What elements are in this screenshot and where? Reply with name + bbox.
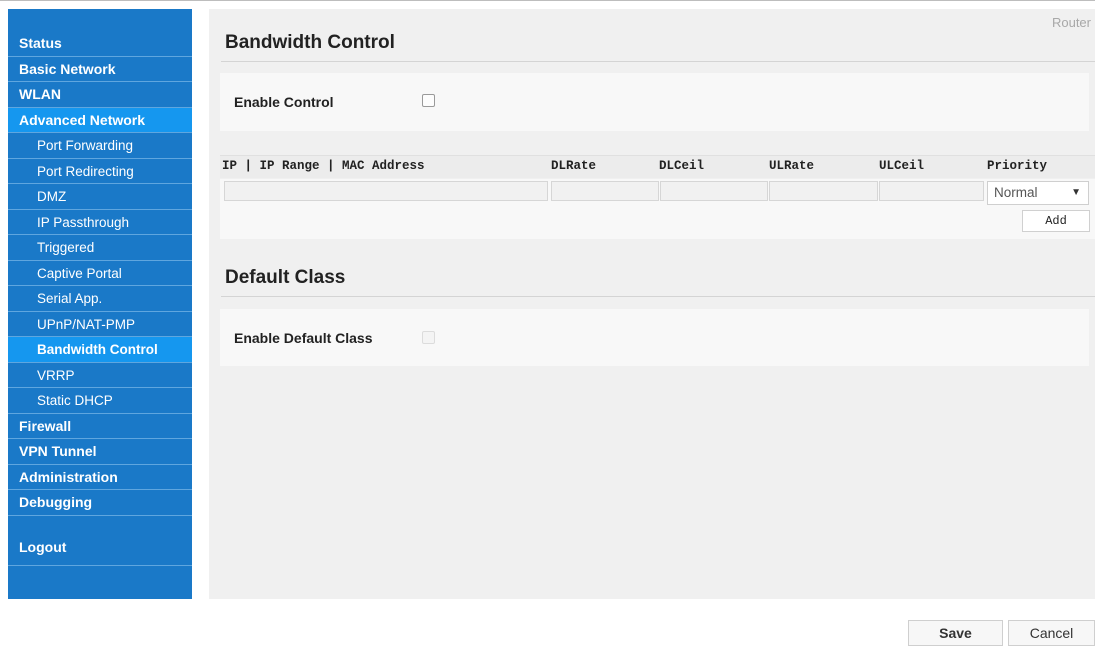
column-header-dlceil: DLCeil (659, 159, 705, 173)
column-header-dlrate: DLRate (551, 159, 597, 173)
enable-default-class-label: Enable Default Class (234, 330, 373, 346)
sidebar-item-administration[interactable]: Administration (8, 465, 192, 490)
table-row: Normal ▼ Add (220, 179, 1095, 239)
sidebar-item-triggered[interactable]: Triggered (8, 235, 192, 261)
enable-control-panel: Enable Control (220, 73, 1089, 131)
sidebar-item-basic-network[interactable]: Basic Network (8, 57, 192, 82)
sidebar-item-port-redirecting[interactable]: Port Redirecting (8, 159, 192, 184)
title-divider (221, 296, 1095, 297)
enable-control-label: Enable Control (234, 94, 334, 110)
default-class-panel: Enable Default Class (220, 309, 1089, 366)
sidebar-item-status[interactable]: Status (8, 31, 192, 57)
table-header: IP | IP Range | MAC Address DLRate DLCei… (220, 155, 1095, 178)
dlrate-input[interactable] (551, 181, 659, 201)
sidebar-item-dmz[interactable]: DMZ (8, 184, 192, 210)
column-header-priority: Priority (987, 159, 1048, 173)
column-header-ulrate: ULRate (769, 159, 815, 173)
sidebar-item-ip-passthrough[interactable]: IP Passthrough (8, 210, 192, 235)
sidebar-item-firewall[interactable]: Firewall (8, 414, 192, 439)
priority-select[interactable]: Normal ▼ (987, 181, 1089, 205)
sidebar-item-serial-app[interactable]: Serial App. (8, 286, 192, 312)
main-content: Router Bandwidth Control Enable Control … (209, 9, 1095, 599)
sidebar-item-port-forwarding[interactable]: Port Forwarding (8, 133, 192, 159)
dlceil-input[interactable] (660, 181, 768, 201)
bandwidth-control-title: Bandwidth Control (225, 32, 395, 53)
ulceil-input[interactable] (879, 181, 984, 201)
sidebar-item-captive-portal[interactable]: Captive Portal (8, 261, 192, 286)
title-divider (221, 61, 1095, 62)
column-header-ip: IP | IP Range | MAC Address (222, 159, 425, 173)
default-class-title: Default Class (225, 267, 346, 288)
sidebar-item-static-dhcp[interactable]: Static DHCP (8, 388, 192, 414)
sidebar-item-advanced-network[interactable]: Advanced Network (8, 107, 192, 133)
sidebar-menu: Status Basic Network WLAN Advanced Netwo… (8, 31, 192, 566)
ulrate-input[interactable] (769, 181, 878, 201)
sidebar: Status Basic Network WLAN Advanced Netwo… (8, 9, 192, 599)
enable-control-checkbox[interactable] (422, 94, 435, 107)
router-label: Router (1051, 15, 1091, 30)
ip-input[interactable] (224, 181, 548, 201)
top-border (0, 0, 1095, 1)
sidebar-item-vpn-tunnel[interactable]: VPN Tunnel (8, 439, 192, 465)
sidebar-item-wlan[interactable]: WLAN (8, 82, 192, 108)
priority-select-value: Normal (994, 185, 1038, 200)
sidebar-item-upnp-nat-pmp[interactable]: UPnP/NAT-PMP (8, 312, 192, 337)
sidebar-item-vrrp[interactable]: VRRP (8, 363, 192, 388)
cancel-button[interactable]: Cancel (1008, 620, 1095, 646)
chevron-down-icon: ▼ (1071, 187, 1081, 198)
sidebar-item-bandwidth-control[interactable]: Bandwidth Control (8, 337, 192, 363)
sidebar-item-logout[interactable]: Logout (8, 532, 192, 566)
sidebar-item-debugging[interactable]: Debugging (8, 490, 192, 516)
save-button[interactable]: Save (908, 620, 1003, 646)
enable-default-class-checkbox[interactable] (422, 331, 435, 344)
column-header-ulceil: ULCeil (879, 159, 925, 173)
add-button[interactable]: Add (1022, 210, 1090, 232)
